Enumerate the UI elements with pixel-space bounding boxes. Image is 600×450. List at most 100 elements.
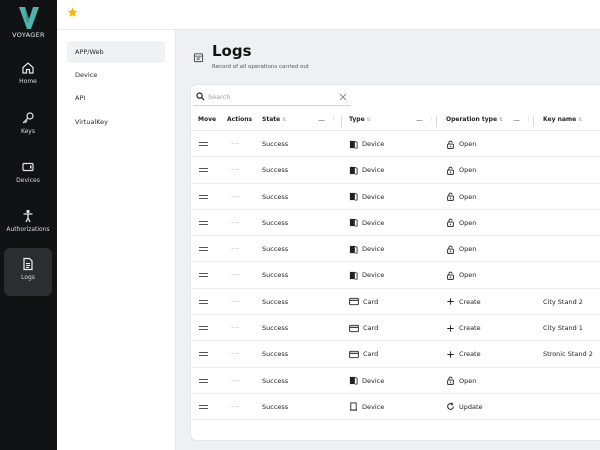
logs-table-card: Move Actions State⇅ — ⋮ Type⇅ — ⋮ Operat… <box>191 85 600 440</box>
sort-icon[interactable]: ⇅ <box>367 117 371 123</box>
drag-handle-icon[interactable] <box>199 378 208 383</box>
key-name-cell: City Stand 1 <box>543 324 583 333</box>
type-cell: Device <box>349 368 384 394</box>
table-row[interactable]: ··· Success Card Create City Stand 2 <box>191 289 600 316</box>
table-body: ··· Success Device Open ··· Success Device Open… <box>191 131 600 421</box>
rail-item-logs[interactable]: Logs <box>4 248 52 296</box>
drag-handle-icon[interactable] <box>199 326 208 331</box>
operation-cell: Create <box>446 315 481 341</box>
operation-label: Open <box>459 140 477 148</box>
more-actions-icon[interactable]: ··· <box>231 315 239 341</box>
type-label: Device <box>362 218 385 227</box>
sort-icon[interactable]: ⇅ <box>578 117 582 123</box>
type-cell: Device <box>349 210 384 236</box>
state-cell: Success <box>262 297 289 306</box>
operation-cell: Open <box>446 157 476 183</box>
column-more-icon[interactable]: ⋮ <box>331 117 336 123</box>
more-actions-icon[interactable]: ··· <box>231 236 239 262</box>
type-cell: Card <box>349 315 378 341</box>
search-input[interactable] <box>208 91 333 103</box>
more-actions-icon[interactable]: ··· <box>231 262 239 288</box>
table-row[interactable]: ··· Success Device Open <box>191 236 600 263</box>
drag-handle-icon[interactable] <box>199 247 208 252</box>
operation-label: Create <box>459 297 481 306</box>
column-header-key-name[interactable]: Key name ⇅ <box>543 116 582 123</box>
table-row[interactable]: ··· Success Device Open <box>191 368 600 394</box>
type-label: Device <box>362 140 385 148</box>
submenu-item-app-web[interactable]: APP/Web <box>67 41 165 63</box>
column-more-icon[interactable]: ⋮ <box>429 117 434 123</box>
star-icon[interactable] <box>67 7 78 18</box>
column-header-state[interactable]: State ⇅ <box>262 116 286 123</box>
drag-handle-icon[interactable] <box>199 168 208 173</box>
operation-cell: Open <box>446 236 476 262</box>
table-row[interactable]: ··· Success Device Open <box>191 210 600 237</box>
rail-item-home[interactable]: Home <box>4 52 52 100</box>
voyager-logo-icon <box>18 7 39 29</box>
door-icon <box>349 166 362 175</box>
submenu-item-virtualkey[interactable]: VirtualKey <box>67 111 165 133</box>
rail-label-devices: Devices <box>16 177 40 184</box>
state-cell: Success <box>262 245 289 254</box>
sort-icon[interactable]: ⇅ <box>499 117 503 123</box>
drag-handle-icon[interactable] <box>199 299 208 304</box>
state-cell: Success <box>262 218 289 227</box>
table-row[interactable]: ··· Success Device Open <box>191 184 600 210</box>
more-actions-icon[interactable]: ··· <box>231 131 239 157</box>
drag-handle-icon[interactable] <box>199 220 208 225</box>
state-cell: Success <box>262 324 289 333</box>
column-menu-icon[interactable]: — <box>318 116 325 124</box>
rail-item-authorizations[interactable]: Authorizations <box>4 200 52 248</box>
card-icon <box>349 350 363 359</box>
door-icon <box>349 377 362 385</box>
more-actions-icon[interactable]: ··· <box>231 368 239 394</box>
table-row[interactable]: ··· Success Device Open <box>191 262 600 289</box>
column-menu-icon[interactable]: — <box>513 116 520 124</box>
more-actions-icon[interactable]: ··· <box>231 394 239 420</box>
close-icon[interactable] <box>339 93 347 101</box>
operation-label: Open <box>459 218 477 227</box>
page-subtitle: Record of all operations carried out <box>212 64 309 70</box>
type-label: Device <box>362 271 385 280</box>
operation-label: Update <box>459 402 483 411</box>
door-icon <box>349 219 362 227</box>
state-cell: Success <box>262 192 289 201</box>
more-actions-icon[interactable]: ··· <box>231 210 239 236</box>
state-cell: Success <box>262 140 289 148</box>
type-label: Card <box>363 297 379 306</box>
more-actions-icon[interactable]: ··· <box>231 289 239 315</box>
drag-handle-icon[interactable] <box>199 194 208 199</box>
column-header-type-label: Type <box>349 116 365 123</box>
brand-logo[interactable]: VOYAGER <box>0 6 57 39</box>
door-icon <box>349 245 362 254</box>
drag-handle-icon[interactable] <box>199 404 208 409</box>
rail-item-keys[interactable]: Keys <box>4 102 52 150</box>
drag-handle-icon[interactable] <box>199 352 208 357</box>
type-cell: Device <box>349 394 384 420</box>
more-actions-icon[interactable]: ··· <box>231 184 239 210</box>
plus-icon <box>446 350 459 358</box>
table-row[interactable]: ··· Success Device Open <box>191 157 600 184</box>
drag-handle-icon[interactable] <box>199 273 208 278</box>
table-row[interactable]: ··· Success Device Update <box>191 394 600 421</box>
type-cell: Card <box>349 289 378 315</box>
home-icon <box>22 62 34 74</box>
operation-cell: Create <box>446 289 481 315</box>
plus-icon <box>446 298 459 306</box>
rail-item-devices[interactable]: Devices <box>4 151 52 199</box>
column-menu-icon[interactable]: — <box>416 116 423 124</box>
column-header-type[interactable]: Type ⇅ <box>349 116 371 123</box>
more-actions-icon[interactable]: ··· <box>231 157 239 183</box>
table-row[interactable]: ··· Success Card Create City Stand 1 <box>191 315 600 342</box>
drag-handle-icon[interactable] <box>199 142 208 146</box>
sort-icon[interactable]: ⇅ <box>282 117 286 123</box>
column-header-move: Move <box>198 116 217 123</box>
submenu-item-api[interactable]: API <box>67 87 165 109</box>
table-row[interactable]: ··· Success Device Open <box>191 131 600 158</box>
column-header-operation[interactable]: Operation type ⇅ <box>446 116 503 123</box>
more-actions-icon[interactable]: ··· <box>231 341 239 367</box>
card-icon <box>349 298 363 306</box>
column-more-icon[interactable]: ⋮ <box>526 117 531 123</box>
submenu-item-device[interactable]: Device <box>67 64 165 86</box>
table-row[interactable]: ··· Success Card Create Stronic Stand 2 <box>191 341 600 368</box>
